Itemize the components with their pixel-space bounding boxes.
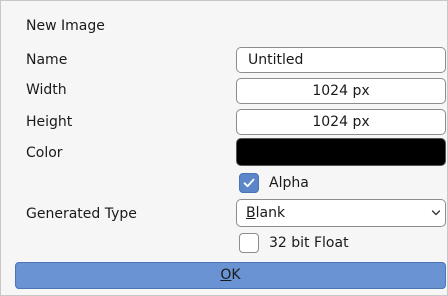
checkmark-icon — [243, 178, 255, 188]
alpha-checkbox[interactable] — [239, 173, 259, 193]
name-input[interactable]: Untitled — [236, 47, 446, 73]
ok-button[interactable]: OK — [15, 262, 446, 289]
generated-type-label: Generated Type — [26, 206, 137, 222]
height-input[interactable]: 1024 px — [236, 109, 446, 135]
name-label: Name — [26, 52, 68, 68]
height-label: Height — [26, 114, 73, 130]
generated-type-value: lank — [255, 205, 286, 221]
ok-label: K — [231, 267, 241, 283]
chevron-down-icon — [431, 210, 441, 216]
color-picker-button[interactable] — [236, 138, 446, 166]
color-label: Color — [26, 145, 63, 161]
dialog-title: New Image — [26, 18, 105, 34]
generated-type-value-mnemonic: B — [246, 205, 256, 221]
new-image-dialog: New Image Name Untitled Width 1024 px He… — [0, 0, 448, 296]
width-input[interactable]: 1024 px — [236, 78, 446, 104]
ok-label-mnemonic: O — [220, 267, 232, 283]
generated-type-select[interactable]: Blank — [236, 199, 446, 227]
width-label: Width — [26, 82, 67, 98]
float-label: 32 bit Float — [269, 235, 349, 251]
alpha-label: Alpha — [269, 175, 309, 191]
float-checkbox[interactable] — [239, 233, 259, 253]
